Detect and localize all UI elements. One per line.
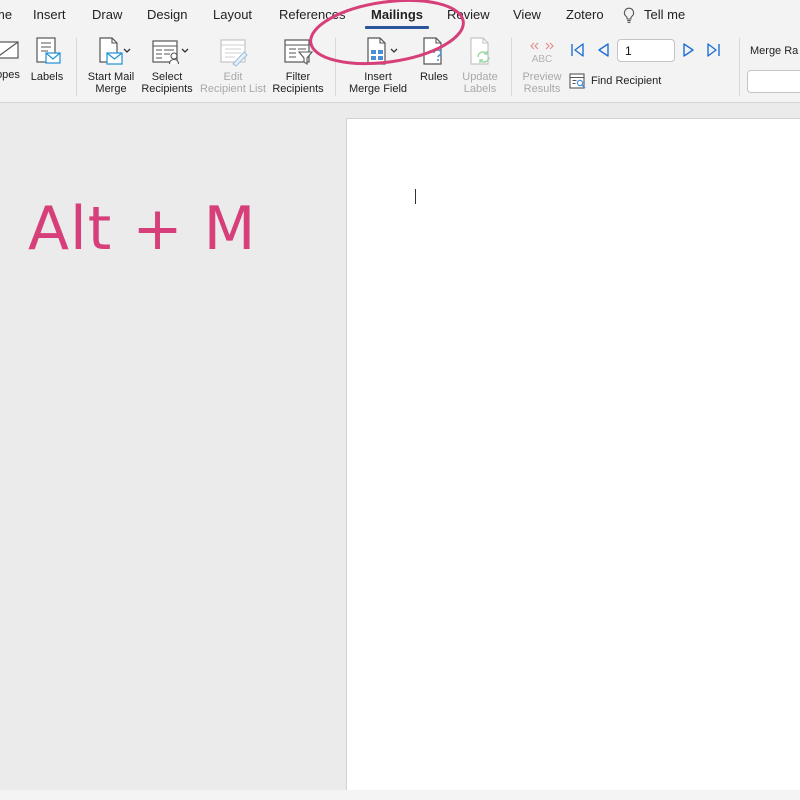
envelopes-label: opes [0, 69, 20, 81]
tab-insert[interactable]: Insert [33, 7, 66, 22]
labels-button[interactable]: Labels [29, 36, 65, 83]
tab-mailings[interactable]: Mailings [371, 7, 423, 22]
update-labels-icon [470, 37, 490, 65]
document-workspace: Alt + M [0, 104, 800, 800]
recipients-list-icon [152, 40, 189, 65]
labels-label: Labels [30, 71, 64, 83]
merge-range-input[interactable] [747, 70, 800, 93]
rules-document-icon [423, 37, 442, 65]
select-recipients-line2: Recipients [141, 83, 193, 95]
labels-icon [36, 37, 61, 64]
tab-design[interactable]: Design [147, 7, 187, 22]
preview-results-button[interactable]: ABC Preview Results [518, 36, 566, 95]
previous-record-icon[interactable] [594, 41, 612, 59]
filter-list-icon [284, 39, 314, 66]
tab-view[interactable]: View [513, 7, 541, 22]
start-mail-merge-line1: Start Mail [87, 71, 135, 83]
record-number-input[interactable]: 1 [617, 39, 675, 62]
ribbon-separator [739, 38, 740, 96]
start-mail-merge-button[interactable]: Start Mail Merge [84, 36, 138, 95]
preview-results-line1: Preview [522, 71, 562, 83]
mail-merge-document-icon [99, 37, 131, 65]
next-record-icon[interactable] [680, 41, 698, 59]
ribbon-tab-bar: me Insert Draw Design Layout References … [0, 0, 800, 32]
last-record-icon[interactable] [705, 41, 723, 59]
merge-field-icon [367, 37, 398, 65]
preview-results-line2: Results [523, 83, 561, 95]
update-labels-line1: Update [462, 71, 498, 83]
active-tab-indicator [365, 26, 429, 29]
ribbon-separator [335, 38, 336, 96]
find-recipient-label: Find Recipient [591, 75, 662, 87]
envelope-icon [0, 41, 19, 59]
select-recipients-button[interactable]: Select Recipients [139, 36, 195, 95]
preview-abc-icon: ABC [530, 42, 554, 65]
tab-zotero[interactable]: Zotero [566, 7, 604, 22]
edit-recipient-list-line1: Edit [223, 71, 243, 83]
lightbulb-icon [623, 7, 635, 23]
ribbon-separator [76, 38, 77, 96]
preview-abc-badge: ABC [532, 54, 553, 65]
find-recipient-icon [569, 73, 586, 89]
first-record-icon[interactable] [568, 41, 586, 59]
tab-draw[interactable]: Draw [92, 7, 122, 22]
edit-recipient-list-button[interactable]: Edit Recipient List [197, 36, 269, 95]
envelopes-button[interactable]: opes [0, 36, 26, 81]
filter-recipients-button[interactable]: Filter Recipients [270, 36, 326, 95]
update-labels-line2: Labels [463, 83, 497, 95]
mailings-ribbon: opes Labels Start Mail Merge [0, 32, 800, 103]
ribbon-separator [511, 38, 512, 96]
tab-review[interactable]: Review [447, 7, 490, 22]
tab-layout[interactable]: Layout [213, 7, 252, 22]
document-page[interactable] [346, 118, 800, 794]
insert-merge-field-line1: Insert [364, 71, 392, 83]
insert-merge-field-button[interactable]: Insert Merge Field [346, 36, 410, 95]
keyboard-shortcut-annotation: Alt + M [28, 194, 257, 264]
start-mail-merge-line2: Merge [95, 83, 127, 95]
rules-button[interactable]: Rules [414, 36, 454, 83]
insert-merge-field-line2: Merge Field [348, 83, 408, 95]
select-recipients-line1: Select [151, 71, 183, 83]
tell-me-search[interactable]: Tell me [644, 7, 685, 22]
text-cursor [415, 189, 416, 204]
filter-recipients-line2: Recipients [272, 83, 324, 95]
filter-recipients-line1: Filter [285, 71, 311, 83]
tab-references[interactable]: References [279, 7, 345, 22]
merge-range-label: Merge Ra [750, 45, 799, 57]
status-bar [0, 790, 800, 800]
update-labels-button[interactable]: Update Labels [458, 36, 502, 95]
edit-recipient-list-line2: Recipient List [199, 83, 267, 95]
rules-label: Rules [419, 71, 449, 83]
tab-home[interactable]: me [0, 7, 12, 22]
edit-list-icon [220, 39, 248, 67]
